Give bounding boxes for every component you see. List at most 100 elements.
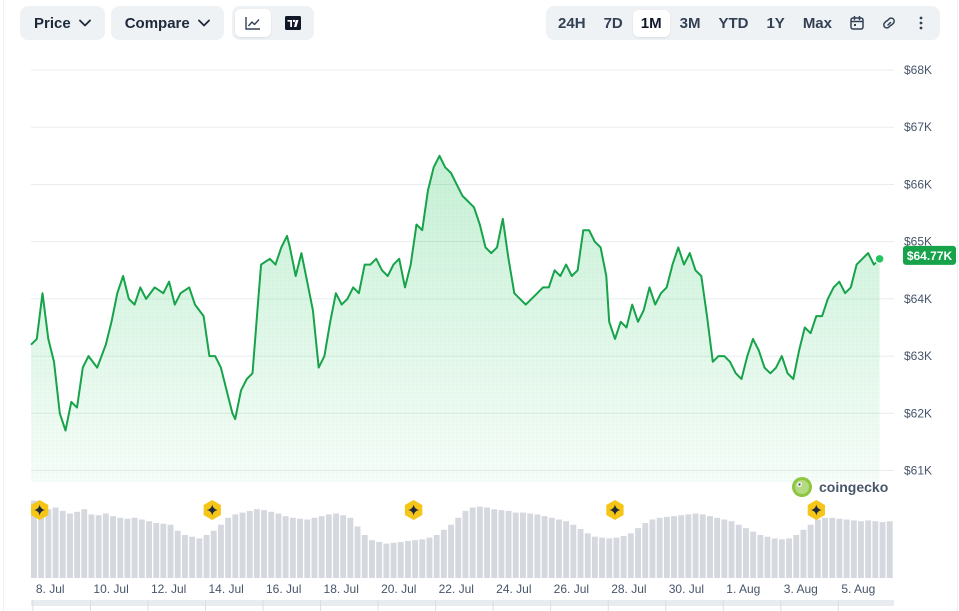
volume-bar	[117, 517, 124, 578]
volume-bar	[153, 523, 160, 578]
volume-bar	[512, 512, 519, 578]
y-tick-label: $64K	[904, 292, 932, 306]
x-tick-label: 30. Jul	[669, 582, 704, 596]
volume-bar	[405, 541, 411, 578]
volume-bar	[879, 522, 886, 578]
volume-bar	[635, 528, 641, 578]
volume-bar	[412, 540, 419, 578]
volume-bar	[369, 540, 375, 578]
y-axis: $68K$67K$66K$65K$64K$63K$62K$61K	[904, 63, 932, 478]
volume-bar	[757, 535, 764, 578]
volume-bar	[469, 507, 476, 578]
volume-bar	[778, 539, 785, 578]
volume-bar	[218, 524, 224, 578]
volume-bar	[735, 524, 742, 578]
volume-bar	[333, 513, 339, 578]
coingecko-logo-icon	[792, 477, 812, 497]
event-marker[interactable]	[807, 500, 825, 520]
volume-bar	[347, 517, 354, 578]
volume-bar	[771, 538, 778, 578]
volume-bar	[361, 535, 368, 578]
event-marker[interactable]	[404, 500, 423, 520]
y-tick-label: $68K	[904, 63, 932, 77]
x-tick-label: 3. Aug	[784, 582, 818, 596]
volume-bar	[886, 521, 893, 578]
volume-bar	[685, 514, 692, 578]
volume-bar	[196, 538, 203, 578]
volume-bar	[455, 517, 462, 578]
x-tick-label: 26. Jul	[554, 582, 589, 596]
volume-bar	[376, 541, 383, 578]
volume-bar	[743, 528, 749, 578]
volume-bar	[484, 507, 490, 578]
volume-bar	[570, 524, 577, 578]
volume-bar	[505, 510, 512, 578]
volume-bar	[584, 533, 591, 578]
event-marker[interactable]	[606, 500, 624, 520]
volume-bar	[764, 536, 771, 578]
volume-bar	[419, 539, 426, 578]
volume-bar	[814, 519, 821, 578]
volume-bars	[31, 500, 893, 578]
price-area	[31, 155, 880, 483]
volume-bar	[325, 514, 332, 578]
volume-bar	[146, 521, 152, 578]
event-markers	[31, 500, 825, 520]
volume-bar	[81, 509, 88, 578]
volume-bar	[203, 535, 210, 578]
x-tick-label: 1. Aug	[726, 582, 760, 596]
x-tick-label: 18. Jul	[324, 582, 359, 596]
volume-bar	[556, 519, 562, 578]
x-tick-label: 22. Jul	[439, 582, 474, 596]
volume-bar	[692, 513, 699, 578]
y-tick-label: $61K	[904, 464, 932, 478]
volume-bar	[527, 513, 534, 578]
volume-bar	[59, 510, 66, 578]
volume-bar	[304, 519, 311, 578]
volume-bar	[563, 521, 570, 578]
volume-bar	[620, 535, 627, 578]
volume-bar	[822, 517, 828, 578]
volume-bar	[649, 519, 656, 578]
volume-bar	[656, 517, 663, 578]
volume-bar	[232, 514, 239, 578]
volume-bar	[210, 530, 217, 578]
volume-bar	[189, 536, 196, 578]
volume-bar	[318, 516, 325, 578]
x-tick-label: 24. Jul	[496, 582, 531, 596]
volume-bar	[699, 514, 706, 578]
volume-bar	[534, 514, 541, 578]
volume-bar	[433, 535, 440, 578]
volume-bar	[850, 520, 857, 578]
volume-bar	[577, 529, 584, 578]
volume-bar	[599, 537, 605, 578]
y-tick-label: $67K	[904, 120, 932, 134]
volume-bar	[390, 542, 397, 578]
event-marker[interactable]	[203, 500, 221, 520]
volume-bar	[498, 510, 505, 578]
volume-bar	[340, 515, 347, 578]
volume-bar	[462, 510, 469, 578]
volume-bar	[174, 530, 181, 578]
volume-bar	[95, 515, 102, 578]
volume-bar	[239, 512, 246, 578]
volume-bar	[289, 517, 296, 578]
coingecko-watermark: coingecko	[791, 476, 888, 498]
volume-bar	[858, 521, 864, 578]
volume-bar	[124, 518, 131, 578]
volume-bar	[829, 517, 836, 578]
x-tick-label: 20. Jul	[381, 582, 416, 596]
volume-bar	[440, 529, 447, 578]
price-area-texture	[31, 155, 880, 483]
volume-bar	[541, 516, 548, 578]
volume-bar	[297, 518, 303, 578]
price-chart[interactable]: $68K$67K$66K$65K$64K$63K$62K$61K 8. Jul 1…	[0, 0, 959, 611]
volume-bar	[225, 517, 232, 578]
y-tick-label: $66K	[904, 177, 932, 191]
volume-bar	[865, 520, 872, 578]
x-tick-label: 16. Jul	[266, 582, 301, 596]
volume-bar	[800, 529, 807, 578]
volume-bar	[548, 517, 555, 578]
watermark-text: coingecko	[819, 479, 889, 495]
x-tick-label: 5. Aug	[841, 582, 875, 596]
